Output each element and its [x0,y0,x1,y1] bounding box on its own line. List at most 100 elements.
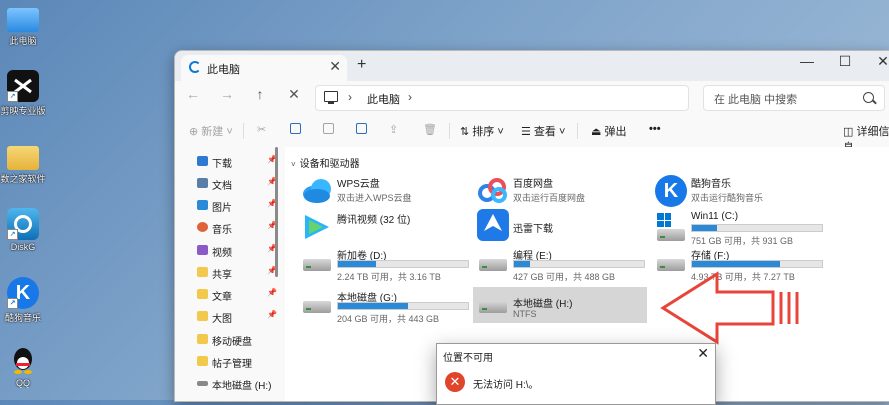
dialog-close-button[interactable]: ✕ [697,345,709,362]
drive-item-g[interactable]: 本地磁盘 (G:) 204 GB 可用，共 443 GB [297,287,471,324]
cancel-load-button[interactable]: ✕ [282,86,306,103]
drive-name: Win11 (C:) [691,211,739,222]
address-bar[interactable]: › 此电脑 › [315,85,689,111]
sidebar-item-label: 视频 [212,248,232,259]
new-button[interactable]: ⊕ 新建 ˅ [189,123,233,139]
sort-button-label: 排序 [472,126,495,138]
sidebar-item-label: 大图 [212,314,232,325]
view-button[interactable]: ☰ 查看 ˅ [521,123,565,139]
desktop-icon-label: 此电脑 [9,36,37,46]
shortcut-arrow-icon: ↗ [7,298,18,309]
drive-name: 本地磁盘 (H:) [513,299,573,310]
tab-this-pc[interactable]: 此电脑 ✕ [181,55,347,81]
drive-item-wps-cloud[interactable]: WPS云盘 双击进入WPS云盘 [297,173,471,209]
up-button[interactable]: ↑ [248,86,272,102]
delete-icon[interactable]: 🗑 [423,123,437,136]
sidebar-item-music[interactable]: 音乐 📌 [197,219,277,239]
sidebar-item-label: 图片 [212,203,232,214]
desktop-icon-qq[interactable]: QQ [0,344,46,388]
sidebar-item-drive-h[interactable]: 本地磁盘 (H:) [197,375,277,395]
search-placeholder: 在 此电脑 中搜索 [714,94,798,106]
sidebar-scrollbar[interactable] [275,147,278,277]
sort-button[interactable]: ⇅ 排序 ˅ [460,123,504,139]
new-tab-button[interactable]: + [357,56,366,74]
qq-icon [7,344,39,376]
loading-spinner-icon [189,61,201,73]
breadcrumb-this-pc[interactable]: 此电脑 [367,91,400,107]
folder-icon [197,289,208,299]
desktop-icon-label: 酷狗音乐 [4,313,41,323]
drive-item-kugou[interactable]: K 酷狗音乐 双击运行酷狗音乐 [651,173,825,209]
sidebar-item-large-images[interactable]: 大图 📌 [197,308,277,328]
error-dialog: 位置不可用 ✕ ✕ 无法访问 H:\。 [436,343,716,405]
desktop-icon-kugou[interactable]: K ↗ 酷狗音乐 [0,277,46,324]
details-pane-icon: ◫ [843,126,857,138]
drive-item-baidu-netdisk[interactable]: 百度网盘 双击运行百度网盘 [473,173,647,209]
desktop-icon-this-pc[interactable]: 此电脑 [0,4,46,47]
drive-name: 百度网盘 [513,179,553,190]
baidu-netdisk-icon [477,177,507,205]
drive-item-thunder[interactable]: 迅雷下载 [473,209,647,245]
windows-drive-icon [655,213,685,241]
dialog-message: 无法访问 H:\。 [473,380,539,391]
sidebar-item-external-drive[interactable]: 移动硬盘 [197,331,277,351]
drive-usage-bar [691,224,823,232]
hdd-icon [477,249,507,277]
document-icon [197,178,208,188]
desktop-icon-diskgenius[interactable]: ↗ DiskG [0,208,46,252]
folder-icon [197,356,208,366]
drive-item-e[interactable]: 编程 (E:) 427 GB 可用，共 488 GB [473,245,647,282]
eject-button[interactable]: ⏏ 弹出 [591,123,626,139]
desktop-icon-capcut[interactable]: ↗ 剪映专业版 [0,70,46,117]
more-options-button[interactable]: ••• [649,123,661,135]
drive-item-tencent-video[interactable]: 腾讯视频 (32 位) [297,209,471,245]
tencent-video-icon [301,213,331,241]
drive-item-c[interactable]: Win11 (C:) 751 GB 可用，共 931 GB [651,209,825,246]
sidebar-item-shared[interactable]: 共享 📌 [197,264,277,284]
drive-item-h[interactable]: 本地磁盘 (H:) NTFS [473,287,647,323]
sidebar-item-label: 文章 [212,292,232,303]
cut-icon[interactable]: ✂ [257,123,266,136]
maximize-button[interactable]: ☐ [830,53,860,70]
sidebar-item-downloads[interactable]: 下载 📌 [197,153,277,173]
computer-icon [324,91,338,104]
drive-subtitle: 2.24 TB 可用，共 3.16 TB [337,272,441,282]
rename-icon[interactable] [356,123,371,135]
drive-usage-bar [337,302,469,310]
minimize-button[interactable]: — [792,53,822,69]
wps-cloud-icon [301,177,331,205]
pictures-icon [197,200,208,210]
search-box[interactable]: 在 此电脑 中搜索 [703,85,885,111]
pin-icon: 📌 [267,310,277,319]
group-header-devices[interactable]: ˅ 设备和驱动器 [291,155,360,170]
kugou-icon: K ↗ [7,277,39,309]
sidebar-item-posts[interactable]: 帖子管理 [197,353,277,373]
drive-name: WPS云盘 [337,179,380,190]
desktop-icon-folder[interactable]: 数之家软件 [0,140,46,185]
forward-button[interactable]: → [215,86,239,102]
breadcrumb-separator: › [348,90,352,104]
add-icon: ⊕ [189,126,202,138]
paste-icon[interactable] [323,123,338,135]
desktop-icon-label: QQ [15,378,30,388]
diskgenius-icon: ↗ [7,208,39,240]
drive-item-d[interactable]: 新加卷 (D:) 2.24 TB 可用，共 3.16 TB [297,245,471,282]
videos-icon [197,245,208,255]
sidebar-item-articles[interactable]: 文章 📌 [197,286,277,306]
back-button[interactable]: ← [181,86,205,102]
sidebar-item-videos[interactable]: 视频 📌 [197,242,277,262]
close-button[interactable]: ✕ [868,53,889,70]
sidebar-item-pictures[interactable]: 图片 📌 [197,197,277,217]
breadcrumb-separator[interactable]: › [408,90,412,104]
shortcut-arrow-icon: ↗ [7,229,18,240]
desktop-icon-label: DiskG [10,242,36,252]
tab-close-button[interactable]: ✕ [329,58,341,75]
download-icon [197,156,208,166]
drive-subtitle: 双击运行酷狗音乐 [691,193,764,203]
share-icon[interactable]: ⇪ [389,123,398,136]
drive-usage-fill [692,225,717,231]
command-bar: ⊕ 新建 ˅ ✂ ⇪ 🗑 ⇅ 排序 ˅ ☰ 查看 ˅ ⏏ 弹出 ••• ◫ 详细… [175,115,889,154]
hdd-icon [301,249,331,277]
copy-icon[interactable] [290,123,305,135]
sidebar-item-documents[interactable]: 文档 📌 [197,175,277,195]
